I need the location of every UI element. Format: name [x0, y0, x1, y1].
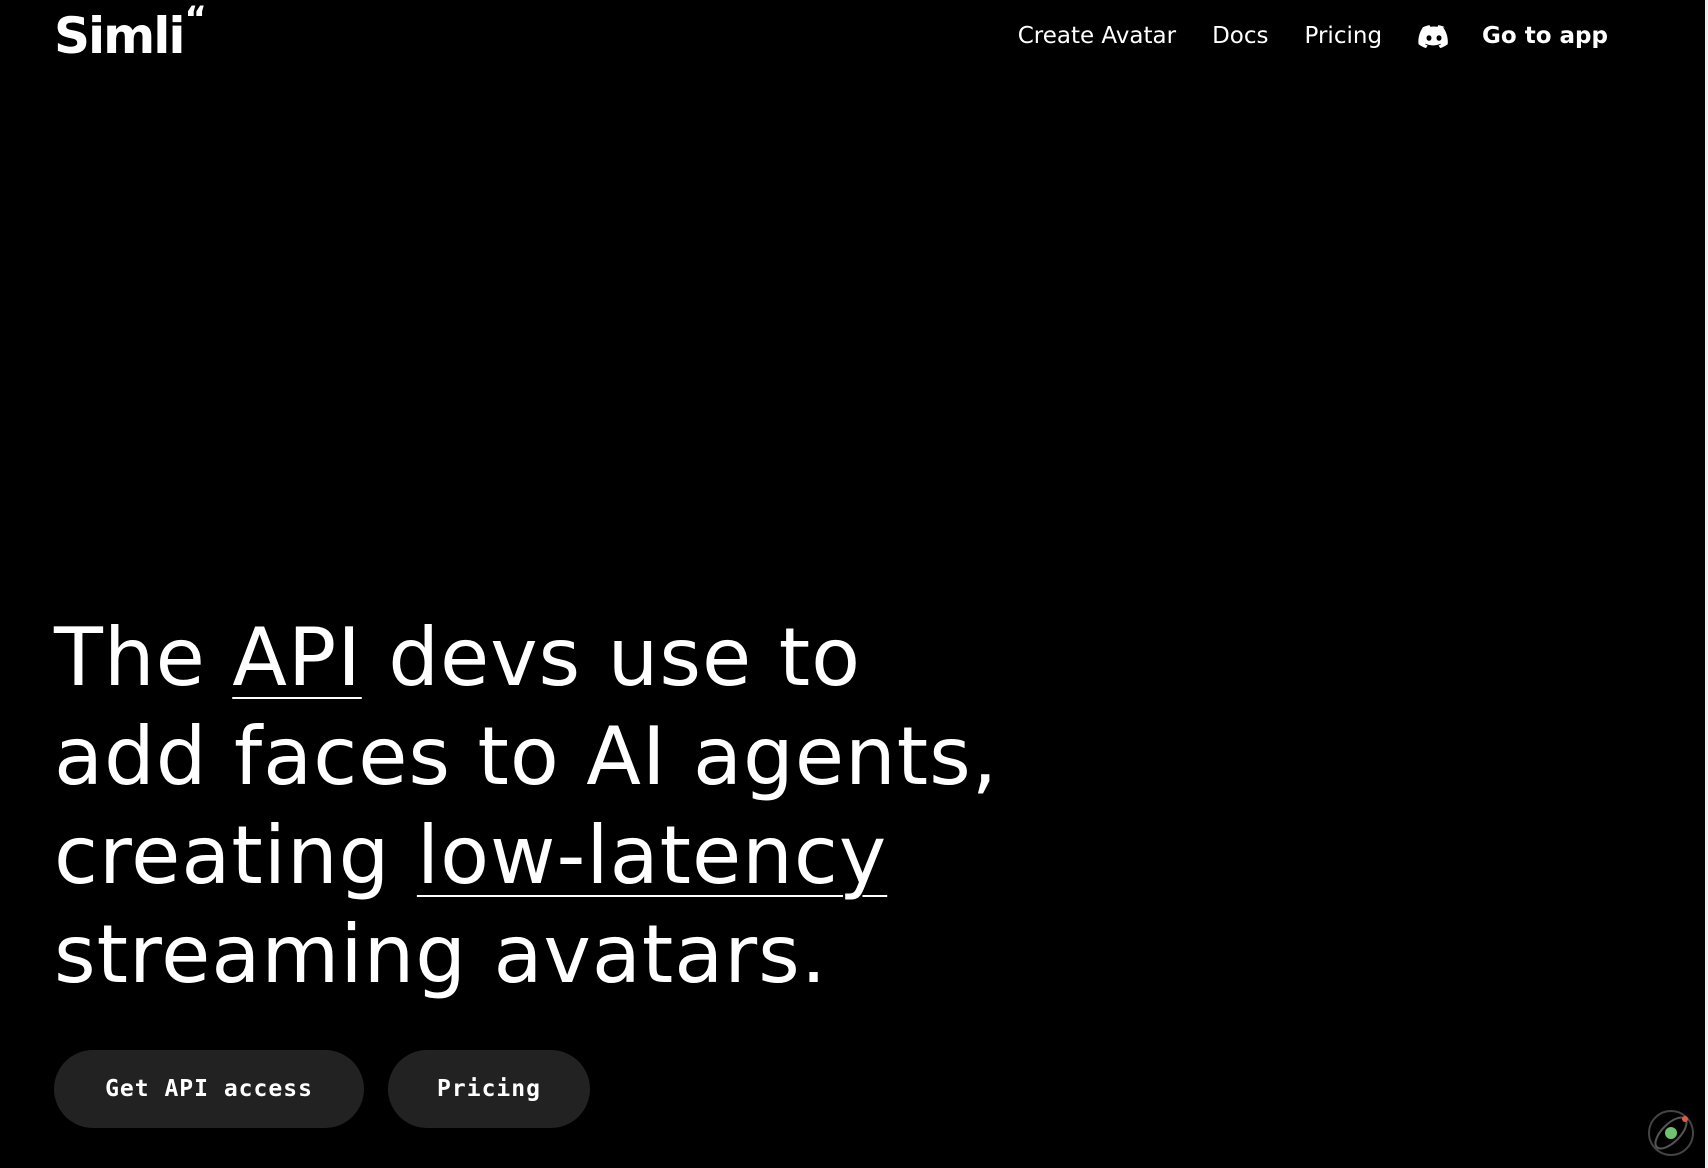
nav-docs[interactable]: Docs — [1212, 23, 1268, 49]
hero-line-1: The API devs use to — [54, 611, 862, 704]
orbit-widget-icon[interactable] — [1646, 1108, 1696, 1158]
hero-headline: The API devs use to add faces to AI agen… — [54, 608, 998, 1004]
get-api-access-button[interactable]: Get API access — [54, 1050, 364, 1128]
hero-line-4: streaming avatars. — [54, 908, 828, 1001]
hero-buttons: Get API access Pricing — [54, 1050, 590, 1128]
page: Simli “ Create Avatar Docs Pricing Go to… — [0, 0, 1708, 1168]
low-latency-underline-text: low-latency — [416, 809, 888, 902]
pricing-button[interactable]: Pricing — [388, 1050, 590, 1128]
hero-line-2: add faces to AI agents, — [54, 710, 999, 803]
logo-quote-mark: “ — [184, 0, 207, 39]
go-to-app-link[interactable]: Go to app — [1482, 23, 1608, 49]
logo-text: Simli — [54, 7, 186, 65]
hero-line-3: creating low-latency — [54, 809, 888, 902]
discord-icon[interactable] — [1418, 23, 1450, 49]
nav-pricing[interactable]: Pricing — [1305, 23, 1383, 49]
top-nav: Create Avatar Docs Pricing Go to app — [1018, 14, 1608, 58]
simli-logo[interactable]: Simli “ — [54, 0, 207, 66]
api-underline-text: API — [232, 611, 362, 704]
nav-create-avatar[interactable]: Create Avatar — [1018, 23, 1176, 49]
